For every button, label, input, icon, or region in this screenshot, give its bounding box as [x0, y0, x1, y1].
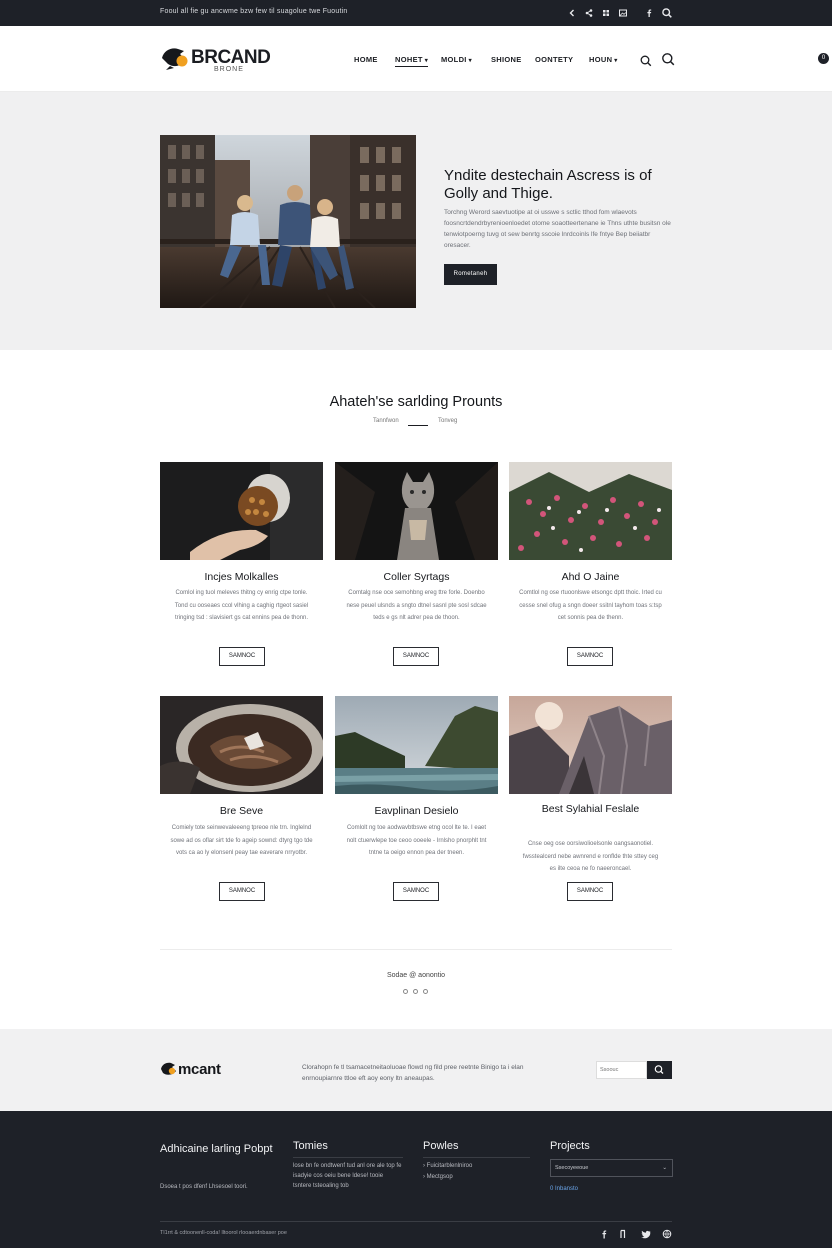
card-button-5[interactable]: SAMNOC [393, 882, 439, 901]
cart-badge[interactable]: 0 [818, 53, 829, 64]
section-divider-line [160, 949, 672, 950]
chevron-down-icon: ▾ [614, 58, 618, 64]
card-text-1: Comlol ing tuol meleves thitng cy enrig … [174, 590, 309, 621]
nav-shione-label: SHIONE [491, 55, 522, 64]
hero-button[interactable]: Rometaneh [444, 264, 497, 285]
card-text-5: Comlolt ng toe aodwavbtbswe etng ocol lt… [346, 825, 487, 856]
chevron-down-icon: ⌄ [662, 1165, 667, 1171]
pager-dot-3[interactable] [423, 989, 428, 994]
band-text: Clorahopn fe tl tsamacetneitaoluoae flow… [302, 1064, 524, 1082]
chevron-down-icon: ▾ [424, 58, 429, 64]
card-image-5[interactable] [335, 696, 498, 794]
card-title-4: Bre Seve [219, 805, 264, 817]
card-text-2: Comtalg nse oce semohbng ereg ttre forle… [346, 590, 487, 621]
hero-image [160, 135, 416, 308]
search-icon[interactable] [639, 54, 653, 68]
footer-col3-item-2[interactable]: › Mectgsop [423, 1172, 453, 1182]
brand-tagline: BRONE [214, 66, 244, 73]
nav-shione[interactable]: SHIONE [491, 55, 522, 64]
card-button-6[interactable]: SAMNOC [567, 882, 613, 901]
card-button-2[interactable]: SAMNOC [393, 647, 439, 666]
footer-bottom-rule [160, 1221, 672, 1222]
card-title-5: Eavplinan Desielo [374, 805, 459, 817]
card-title-1: Incjes Molkalles [204, 571, 279, 583]
footer-col2-rule [293, 1157, 403, 1158]
card-text-6: Cnse oeg ose oorsiwolioelsonle oangsaono… [522, 841, 659, 872]
newsletter-input[interactable] [596, 1061, 647, 1079]
nav-moldi[interactable]: MOLDI ▾ [441, 55, 472, 64]
section-sub-right: Tonveg [438, 418, 458, 424]
hero-text: Torchng Werord saevtuotipe at oi usswe s… [444, 209, 671, 249]
facebook-icon[interactable] [598, 1228, 610, 1240]
chevron-left-icon[interactable] [566, 7, 578, 19]
image-icon[interactable] [617, 7, 629, 19]
card-title-6: Best Sylahial Feslale [541, 803, 640, 815]
card-text-4: Comiely tote seinwevaleeeng tpreoe nle t… [170, 825, 313, 856]
band-logo-icon [160, 1061, 177, 1077]
newsletter-search-button[interactable] [647, 1061, 672, 1079]
card-title-3: Ahd O Jaine [561, 571, 620, 583]
footer-col2-title: Tomies [293, 1140, 328, 1152]
footer-col3-item-1[interactable]: › Fuicitarblenlniroo [423, 1161, 472, 1171]
section-divider [408, 425, 428, 426]
footer-copyright: Tl1rrt & cdtoonenll-coda! lltoorol rlooa… [160, 1230, 287, 1236]
top-bar-message: Fooul all fie gu ancwme bzw few til suag… [160, 8, 348, 15]
card-image-1[interactable] [160, 462, 323, 560]
nav-nohet[interactable]: NOHET ▾ [395, 55, 429, 67]
twitter-icon[interactable] [640, 1228, 652, 1240]
nav-oontety[interactable]: OONTETY [535, 55, 573, 64]
f-icon[interactable] [617, 1228, 629, 1240]
footer-col1-title: Adhicaine larling Pobpt [160, 1143, 273, 1155]
brand-logo-icon[interactable] [160, 44, 192, 72]
footer-select[interactable]: Ssecoyeeoue ⌄ [550, 1159, 673, 1177]
footer-link[interactable]: 0 Inbansto [550, 1186, 578, 1192]
band-logo-text[interactable]: mcant [178, 1061, 221, 1078]
section-title: Ahateh'se sarlding Prounts [329, 394, 503, 410]
nav-home[interactable]: HOME [354, 55, 378, 64]
card-image-6[interactable] [509, 696, 672, 794]
pager-dot-1[interactable] [403, 989, 408, 994]
nav-houn-label: HOUN [589, 55, 613, 64]
footer-col3-item-1-label: Fuicitarblenlniroo [426, 1163, 473, 1169]
footer-col3-rule [423, 1157, 530, 1158]
card-image-2[interactable] [335, 462, 498, 560]
chevron-down-icon: ▾ [468, 58, 472, 64]
footer-col1-text: Dsoea t pos dfenf Lhsesoel toori. [160, 1184, 248, 1190]
facebook-icon[interactable] [643, 7, 655, 19]
hero-section [0, 92, 832, 350]
card-text-3: Comtlol ng ose rtuoonlswe etsongc dptt t… [519, 590, 662, 621]
nav-home-label: HOME [354, 55, 378, 64]
hero-title: Yndite destechain Ascress is of Golly an… [444, 167, 652, 202]
share-icon[interactable] [583, 7, 595, 19]
footer-col2-text: lose bn fe ondtwenf tud anl ore ale top … [293, 1163, 402, 1189]
card-button-3[interactable]: SAMNOC [567, 647, 613, 666]
grid-icon[interactable] [600, 7, 612, 19]
nav-oontety-label: OONTETY [535, 55, 574, 64]
card-title-2: Coller Syrtags [383, 571, 450, 583]
section-sub-left: Tannfwon [373, 418, 399, 424]
globe-icon[interactable] [661, 1228, 673, 1240]
nav-houn[interactable]: HOUN ▾ [589, 55, 618, 64]
footer-select-value: Ssecoyeeoue [555, 1165, 589, 1171]
nav-nohet-label: NOHET [395, 55, 423, 64]
footer-col3-title: Powles [423, 1140, 459, 1152]
card-image-3[interactable] [509, 462, 672, 560]
top-bar: Fooul all fie gu ancwme bzw few til suag… [0, 0, 832, 26]
search-icon[interactable] [661, 7, 673, 19]
nav-moldi-label: MOLDI [441, 55, 467, 64]
card-button-4[interactable]: SAMNOC [219, 882, 265, 901]
pager-dot-2[interactable] [413, 989, 418, 994]
footer-col3-item-2-label: Mectgsop [426, 1174, 453, 1180]
search-large-icon[interactable] [661, 52, 675, 66]
card-image-4[interactable] [160, 696, 323, 794]
card-button-1[interactable]: SAMNOC [219, 647, 265, 666]
pager-label: Sodae @ aonontio [386, 972, 446, 979]
site-footer [0, 1111, 832, 1248]
footer-col4-title: Projects [550, 1140, 590, 1152]
